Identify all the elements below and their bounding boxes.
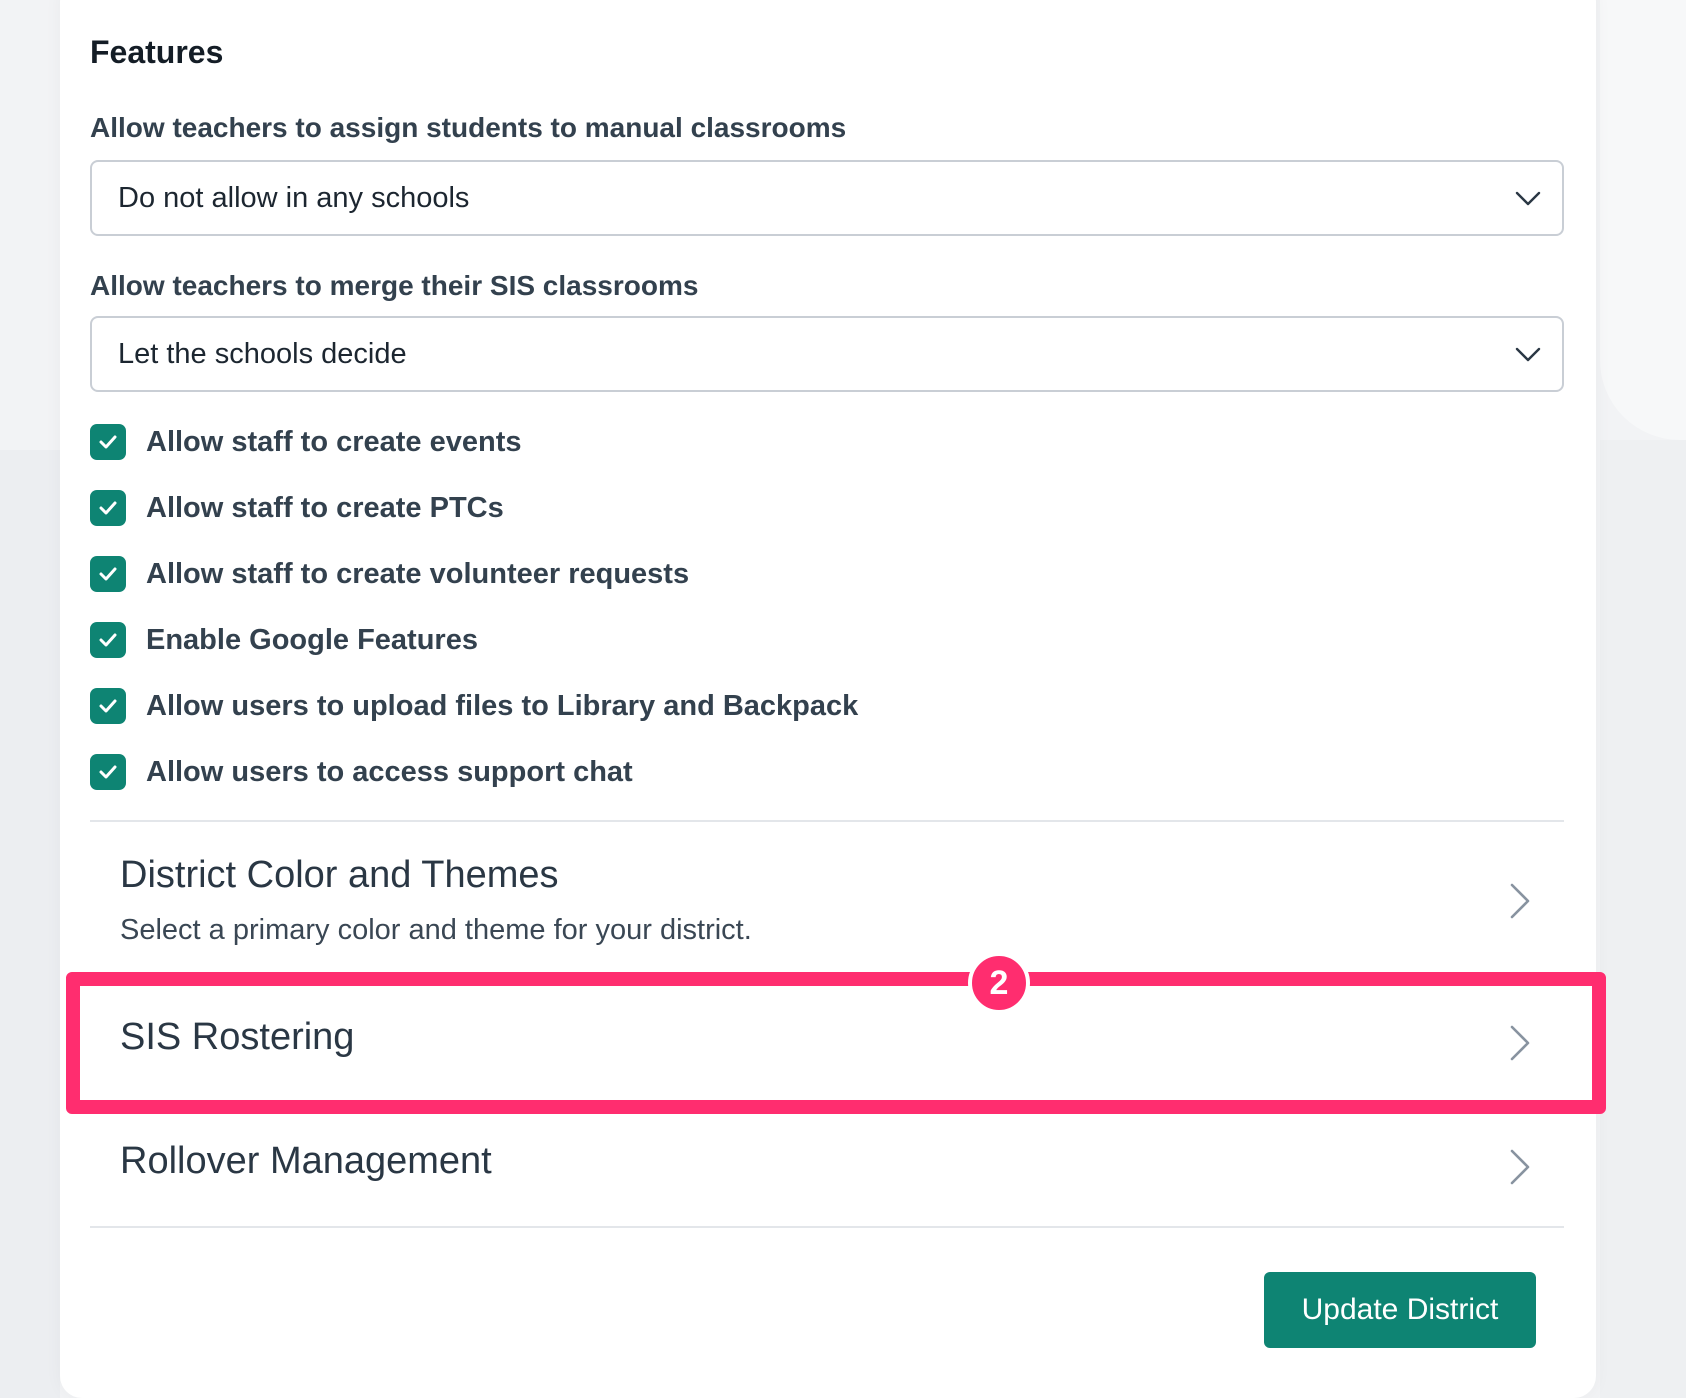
manual-classrooms-label: Allow teachers to assign students to man…	[90, 112, 847, 143]
manual-classrooms-select[interactable]: Do not allow in any schools	[90, 160, 1564, 236]
background-left	[0, 450, 60, 1398]
merge-sis-select[interactable]: Let the schools decide	[90, 316, 1564, 392]
chevron-down-icon	[1515, 191, 1541, 206]
merge-sis-label: Allow teachers to merge their SIS classr…	[90, 270, 699, 301]
checkbox-label: Allow staff to create volunteer requests	[146, 557, 690, 590]
check-icon	[99, 567, 117, 581]
background-right-lower	[1600, 440, 1686, 1398]
check-icon	[99, 501, 117, 515]
chevron-right-icon	[1510, 883, 1530, 919]
checkbox-label: Allow users to access support chat	[146, 755, 633, 788]
nav-item-subtitle: Select a primary color and theme for you…	[120, 914, 752, 946]
chevron-down-icon	[1515, 347, 1541, 362]
checkbox-events[interactable]	[90, 424, 126, 460]
nav-item-title: Rollover Management	[120, 1140, 492, 1182]
checkbox-row-volunteer[interactable]: Allow staff to create volunteer requests	[90, 554, 689, 594]
check-icon	[99, 633, 117, 647]
manual-classrooms-value: Do not allow in any schools	[118, 182, 470, 214]
annotation-step-badge: 2	[968, 952, 1030, 1014]
features-heading: Features	[90, 34, 224, 70]
checkbox-volunteer[interactable]	[90, 556, 126, 592]
annotation-highlight-box	[66, 972, 1606, 1114]
checkbox-upload[interactable]	[90, 688, 126, 724]
checkbox-label: Enable Google Features	[146, 623, 478, 656]
nav-item-title: District Color and Themes	[120, 854, 559, 896]
checkbox-label: Allow staff to create PTCs	[146, 491, 504, 524]
checkbox-support-chat[interactable]	[90, 754, 126, 790]
update-district-button[interactable]: Update District	[1264, 1272, 1536, 1348]
checkbox-row-google[interactable]: Enable Google Features	[90, 620, 478, 660]
checkbox-label: Allow users to upload files to Library a…	[146, 689, 859, 722]
check-icon	[99, 765, 117, 779]
checkbox-google[interactable]	[90, 622, 126, 658]
divider	[90, 820, 1564, 822]
checkbox-row-upload[interactable]: Allow users to upload files to Library a…	[90, 686, 858, 726]
checkbox-ptcs[interactable]	[90, 490, 126, 526]
merge-sis-value: Let the schools decide	[118, 338, 407, 370]
check-icon	[99, 699, 117, 713]
background-right	[1600, 0, 1686, 440]
divider	[90, 1226, 1564, 1228]
checkbox-row-events[interactable]: Allow staff to create events	[90, 422, 522, 462]
check-icon	[99, 435, 117, 449]
checkbox-row-support-chat[interactable]: Allow users to access support chat	[90, 752, 633, 792]
chevron-right-icon	[1510, 1149, 1530, 1185]
checkbox-row-ptcs[interactable]: Allow staff to create PTCs	[90, 488, 504, 528]
checkbox-label: Allow staff to create events	[146, 425, 522, 458]
